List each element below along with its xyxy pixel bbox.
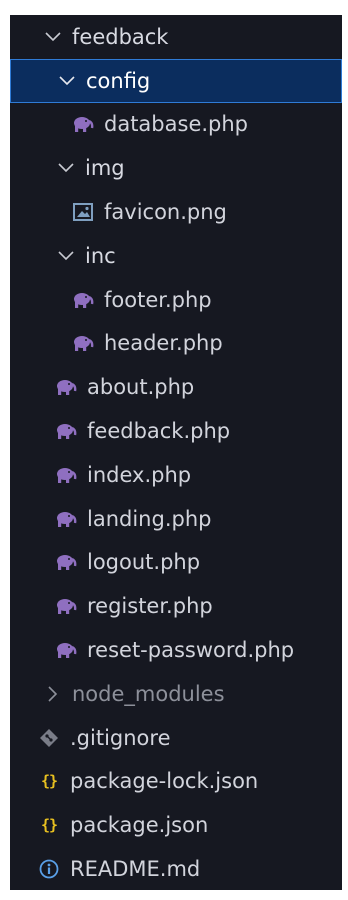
folder-label: config — [86, 68, 151, 93]
file-row-favicon-png[interactable]: favicon.png — [10, 190, 342, 234]
git-diamond-icon — [38, 727, 60, 749]
file-row-landing-php[interactable]: landing.php — [10, 497, 342, 541]
php-elephant-icon — [55, 420, 77, 442]
file-row-footer-php[interactable]: footer.php — [10, 278, 342, 322]
file-row-logout-php[interactable]: logout.php — [10, 541, 342, 585]
file-label: reset-password.php — [87, 638, 295, 663]
folder-row-feedback[interactable]: feedback — [10, 15, 342, 59]
json-braces-icon: {} — [40, 816, 58, 835]
file-label: footer.php — [104, 287, 212, 312]
php-elephant-icon — [72, 289, 94, 311]
chevron-down-icon[interactable] — [42, 26, 64, 48]
file-row-reset-password-php[interactable]: reset-password.php — [10, 628, 342, 672]
file-row-index-php[interactable]: index.php — [10, 453, 342, 497]
file-label: logout.php — [87, 550, 201, 575]
file-explorer-tree: feedback config database.php img favicon… — [10, 15, 342, 890]
chevron-right-icon[interactable] — [42, 683, 64, 705]
folder-row-inc[interactable]: inc — [10, 234, 342, 278]
file-label: landing.php — [87, 506, 212, 531]
file-row-about-php[interactable]: about.php — [10, 365, 342, 409]
file-label: package-lock.json — [70, 769, 259, 794]
file-row-package-lock-json[interactable]: {} package-lock.json — [10, 760, 342, 804]
folder-row-config[interactable]: config — [10, 58, 342, 103]
file-label: favicon.png — [104, 200, 227, 225]
chevron-down-icon[interactable] — [55, 157, 77, 179]
file-row-readme-md[interactable]: README.md — [10, 847, 342, 890]
file-row-register-php[interactable]: register.php — [10, 584, 342, 628]
file-label: index.php — [87, 462, 192, 487]
json-braces-icon: {} — [40, 772, 58, 791]
folder-row-node-modules[interactable]: node_modules — [10, 672, 342, 716]
folder-row-img[interactable]: img — [10, 146, 342, 190]
image-icon — [72, 201, 94, 223]
info-icon — [38, 858, 60, 880]
folder-label: inc — [85, 243, 116, 268]
file-label: header.php — [104, 331, 223, 356]
folder-label: img — [85, 156, 125, 181]
file-row-feedback-php[interactable]: feedback.php — [10, 409, 342, 453]
php-elephant-icon — [72, 332, 94, 354]
file-row-database-php[interactable]: database.php — [10, 103, 342, 147]
php-elephant-icon — [55, 639, 77, 661]
php-elephant-icon — [55, 595, 77, 617]
file-label: feedback.php — [87, 419, 231, 444]
file-label: register.php — [87, 594, 213, 619]
file-label: database.php — [104, 112, 249, 137]
file-row-package-json[interactable]: {} package.json — [10, 803, 342, 847]
php-elephant-icon — [55, 464, 77, 486]
file-row-gitignore[interactable]: .gitignore — [10, 716, 342, 760]
file-label: .gitignore — [70, 725, 171, 750]
php-elephant-icon — [55, 376, 77, 398]
php-elephant-icon — [55, 508, 77, 530]
file-label: README.md — [70, 857, 201, 882]
file-label: package.json — [70, 813, 209, 838]
php-elephant-icon — [55, 551, 77, 573]
chevron-down-icon[interactable] — [55, 245, 77, 267]
file-label: about.php — [87, 375, 195, 400]
file-row-header-php[interactable]: header.php — [10, 322, 342, 366]
folder-label: feedback — [72, 24, 169, 49]
folder-label: node_modules — [72, 681, 225, 706]
chevron-down-icon[interactable] — [56, 70, 78, 92]
php-elephant-icon — [72, 113, 94, 135]
